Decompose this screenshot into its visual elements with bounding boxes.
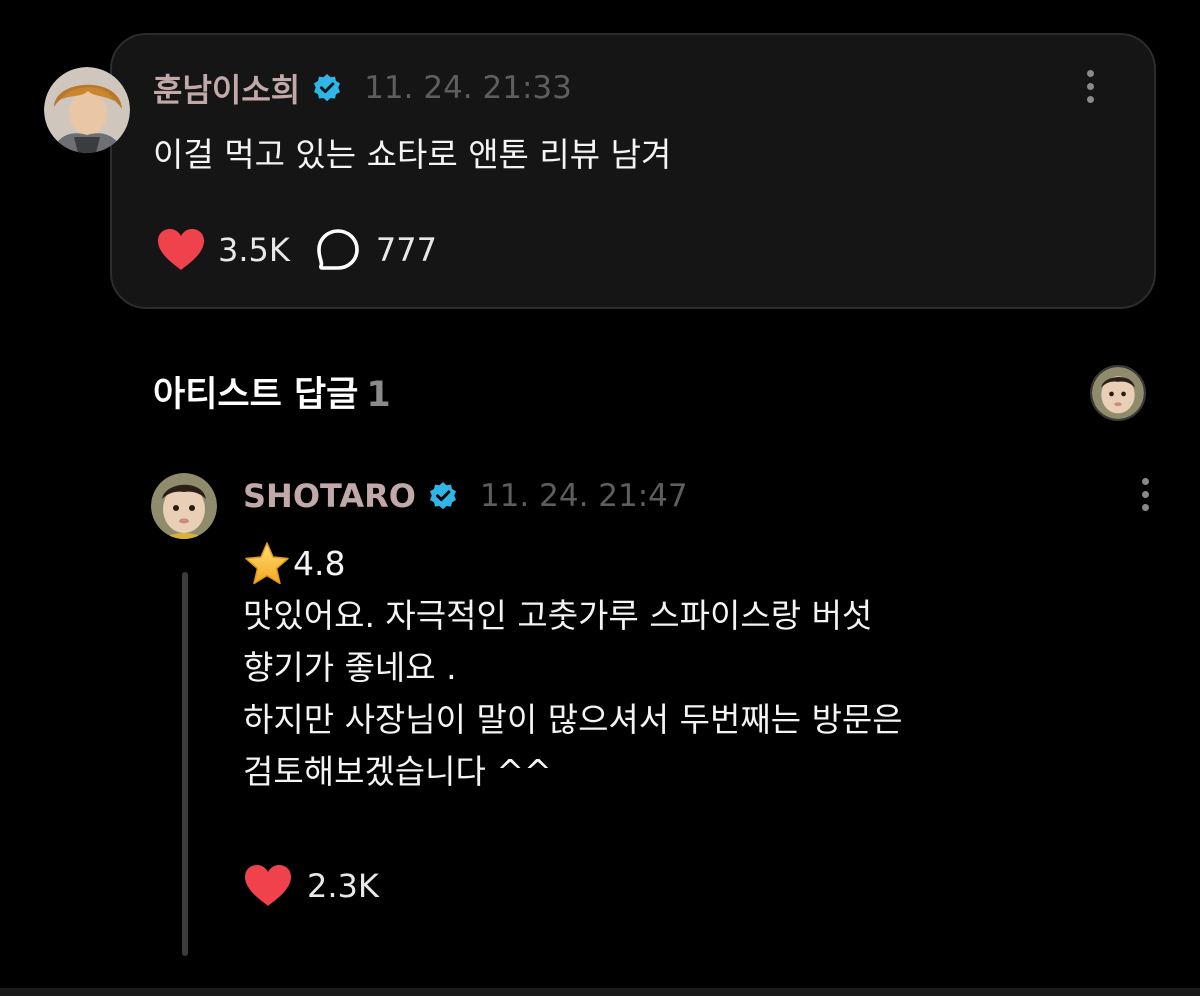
- verified-badge-icon: [314, 74, 341, 102]
- reply-text-line: 향기가 좋네요 .: [243, 648, 457, 687]
- post-more-options-icon[interactable]: [1084, 70, 1096, 110]
- artist-avatar-small[interactable]: [1090, 365, 1146, 421]
- post-comment-count: 777: [375, 231, 437, 269]
- artist-replies-title: 아티스트 답글 1: [153, 366, 391, 417]
- reply-text-line: 검토해보겠습니다 ^^: [243, 752, 552, 791]
- reply-rating: 4.8: [243, 538, 903, 590]
- comment-bubble-icon[interactable]: [316, 228, 360, 272]
- post-text: 이걸 먹고 있는 쇼타로 앤톤 리뷰 남겨: [153, 135, 672, 174]
- heart-icon[interactable]: [243, 864, 293, 908]
- verified-badge-icon: [429, 482, 456, 510]
- post-like-count: 3.5K: [218, 231, 290, 269]
- post-timestamp: 11. 24. 21:33: [364, 70, 572, 106]
- reply-stats: 2.3K: [243, 864, 379, 908]
- reply-more-options-icon[interactable]: [1139, 478, 1151, 518]
- reply-thread-line: [182, 572, 188, 956]
- post-stats: 3.5K 777: [156, 228, 437, 272]
- reply-text-line: 맛있어요. 자극적인 고춧가루 스파이스랑 버섯: [243, 596, 873, 635]
- reply-body: 4.8 맛있어요. 자극적인 고춧가루 스파이스랑 버섯 향기가 좋네요 . 하…: [243, 538, 903, 798]
- reply-text-line: 하지만 사장님이 말이 많으셔서 두번째는 방문은: [243, 700, 903, 739]
- post-author-name[interactable]: 훈남이소희: [153, 65, 300, 111]
- reply-author-name[interactable]: SHOTARO: [243, 477, 416, 515]
- star-icon: [245, 542, 289, 585]
- reply-timestamp: 11. 24. 21:47: [479, 478, 688, 514]
- artist-replies-count: 1: [366, 375, 391, 415]
- post-author-row: 훈남이소희 11. 24. 21:33: [153, 66, 572, 110]
- reply-author-avatar[interactable]: [151, 473, 217, 539]
- reply-rating-value: 4.8: [293, 544, 346, 583]
- heart-icon[interactable]: [156, 228, 206, 272]
- post-author-avatar[interactable]: [44, 67, 130, 153]
- bottom-divider: [0, 988, 1200, 996]
- artist-replies-label: 아티스트 답글: [153, 375, 359, 415]
- reply-like-count: 2.3K: [307, 867, 379, 905]
- reply-author-row: SHOTARO 11. 24. 21:47: [243, 474, 688, 518]
